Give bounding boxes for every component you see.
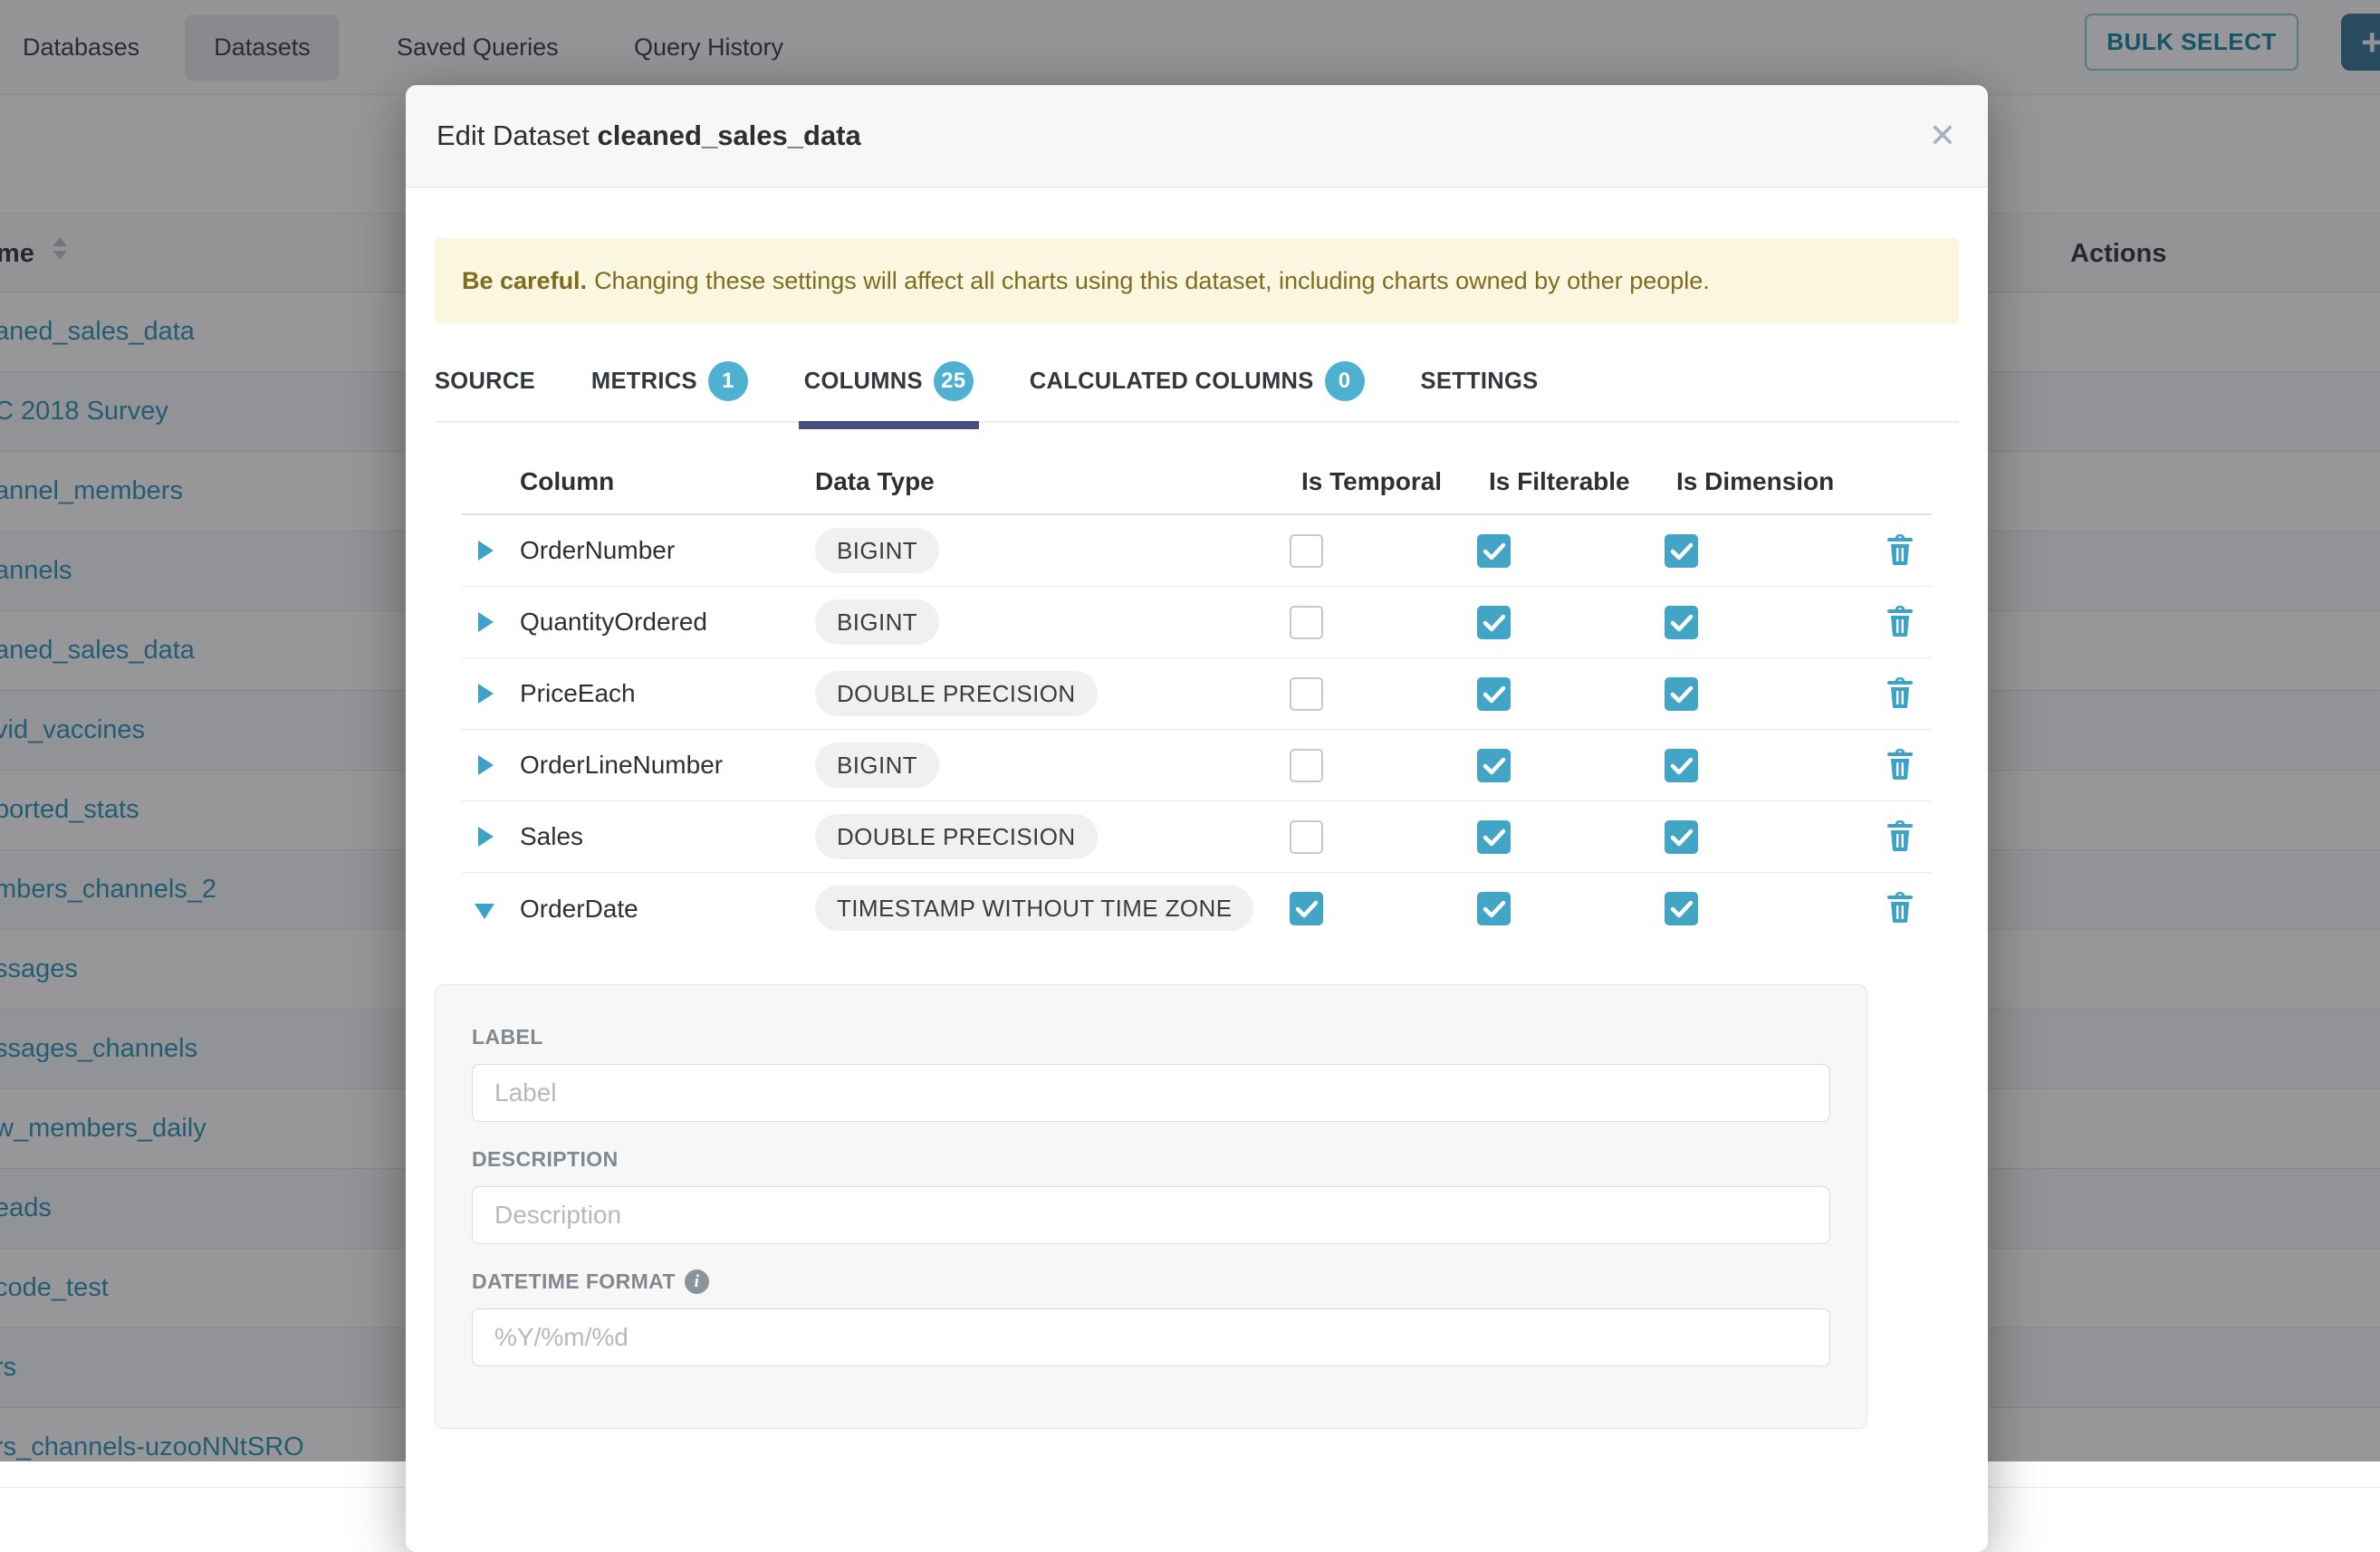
data-type-badge: BIGINT: [815, 528, 939, 573]
caret-down-icon[interactable]: [475, 904, 494, 919]
column-name: OrderDate: [520, 895, 815, 924]
is-dimension-header: Is Dimension: [1652, 467, 1839, 496]
is-dimension-checkbox[interactable]: [1665, 677, 1698, 711]
close-icon[interactable]: ✕: [1921, 114, 1964, 158]
warning-text: Changing these settings will affect all …: [594, 267, 1710, 295]
tab-metrics[interactable]: METRICS 1: [591, 345, 748, 401]
column-name: PriceEach: [520, 679, 815, 708]
column-row-orderlinenumber: OrderLineNumberBIGINT: [462, 730, 1932, 801]
column-name: OrderNumber: [520, 536, 815, 565]
is-temporal-checkbox[interactable]: [1290, 677, 1323, 711]
is-dimension-checkbox[interactable]: [1665, 749, 1698, 782]
column-header: Column: [520, 467, 815, 496]
delete-column-icon[interactable]: [1886, 819, 1915, 856]
is-dimension-checkbox[interactable]: [1665, 534, 1698, 568]
caret-right-icon[interactable]: [478, 684, 494, 704]
column-row-quantityordered: QuantityOrderedBIGINT: [462, 587, 1932, 658]
description-field-group: DESCRIPTION: [472, 1147, 1830, 1244]
tab-count-badge: 25: [934, 361, 974, 401]
modal-tabs: SOURCE METRICS 1 COLUMNS 25 CALCULATED COLUMN…: [435, 345, 1959, 423]
is-filterable-checkbox[interactable]: [1477, 606, 1511, 639]
tab-calculated-columns[interactable]: CALCULATED COLUMNS 0: [1030, 345, 1365, 401]
is-filterable-header: Is Filterable: [1464, 467, 1652, 496]
delete-column-icon[interactable]: [1886, 890, 1915, 927]
is-filterable-checkbox[interactable]: [1477, 749, 1511, 782]
label-field-group: LABEL: [472, 1025, 1830, 1122]
data-type-badge: DOUBLE PRECISION: [815, 671, 1098, 716]
is-temporal-checkbox[interactable]: [1290, 749, 1323, 782]
data-type-header: Data Type: [815, 467, 1277, 496]
caret-right-icon[interactable]: [478, 612, 494, 632]
column-name: OrderLineNumber: [520, 751, 815, 780]
delete-column-icon[interactable]: [1886, 747, 1915, 784]
is-filterable-checkbox[interactable]: [1477, 677, 1511, 711]
datetime-format-field-group: DATETIME FORMAT i: [472, 1269, 1830, 1366]
is-filterable-checkbox[interactable]: [1477, 892, 1511, 925]
column-name: Sales: [520, 822, 815, 851]
is-temporal-checkbox[interactable]: [1290, 534, 1323, 568]
description-input[interactable]: [472, 1186, 1830, 1244]
tab-label: COLUMNS: [804, 369, 923, 395]
edit-dataset-modal: Edit Dataset cleaned_sales_data ✕ Be car…: [406, 85, 1988, 1552]
delete-column-icon[interactable]: [1886, 675, 1915, 713]
warning-banner: Be careful. Changing these settings will…: [435, 238, 1959, 323]
tab-source[interactable]: SOURCE: [435, 352, 535, 395]
description-field-label: DESCRIPTION: [472, 1147, 1830, 1172]
tab-label: CALCULATED COLUMNS: [1030, 369, 1314, 395]
tab-count-badge: 0: [1325, 361, 1365, 401]
columns-table: Column Data Type Is Temporal Is Filterab…: [462, 450, 1932, 944]
tab-label: SOURCE: [435, 369, 535, 395]
tab-label: METRICS: [591, 369, 697, 395]
delete-column-icon[interactable]: [1886, 532, 1915, 570]
data-type-badge: TIMESTAMP WITHOUT TIME ZONE: [815, 886, 1253, 931]
tab-label: SETTINGS: [1421, 369, 1539, 395]
tab-columns[interactable]: COLUMNS 25: [804, 345, 974, 401]
caret-right-icon[interactable]: [478, 827, 494, 847]
caret-right-icon[interactable]: [478, 755, 494, 775]
label-input[interactable]: [472, 1064, 1830, 1122]
datetime-format-input[interactable]: [472, 1308, 1830, 1366]
column-name: QuantityOrdered: [520, 608, 815, 637]
columns-table-header: Column Data Type Is Temporal Is Filterab…: [462, 450, 1932, 515]
label-field-label: LABEL: [472, 1025, 1830, 1049]
modal-body: Be careful. Changing these settings will…: [406, 238, 1988, 1429]
modal-header: Edit Dataset cleaned_sales_data ✕: [406, 85, 1988, 187]
modal-title: Edit Dataset cleaned_sales_data: [437, 120, 861, 152]
is-dimension-checkbox[interactable]: [1665, 892, 1698, 925]
is-dimension-checkbox[interactable]: [1665, 606, 1698, 639]
column-detail-panel: LABEL DESCRIPTION DATETIME FORMAT i: [435, 984, 1867, 1429]
is-temporal-header: Is Temporal: [1277, 467, 1464, 496]
modal-title-prefix: Edit Dataset: [437, 120, 590, 151]
modal-dataset-name: cleaned_sales_data: [598, 120, 861, 151]
is-dimension-checkbox[interactable]: [1665, 820, 1698, 854]
datetime-format-field-label: DATETIME FORMAT i: [472, 1269, 1830, 1294]
caret-right-icon[interactable]: [478, 541, 494, 560]
column-row-priceeach: PriceEachDOUBLE PRECISION: [462, 658, 1932, 730]
delete-column-icon[interactable]: [1886, 604, 1915, 641]
data-type-badge: BIGINT: [815, 599, 939, 645]
column-row-sales: SalesDOUBLE PRECISION: [462, 801, 1932, 873]
column-row-orderdate: OrderDateTIMESTAMP WITHOUT TIME ZONE: [462, 873, 1932, 944]
data-type-badge: DOUBLE PRECISION: [815, 814, 1098, 859]
tab-count-badge: 1: [708, 361, 748, 401]
is-filterable-checkbox[interactable]: [1477, 820, 1511, 854]
is-temporal-checkbox[interactable]: [1290, 892, 1323, 925]
datetime-format-label-text: DATETIME FORMAT: [472, 1269, 676, 1294]
is-filterable-checkbox[interactable]: [1477, 534, 1511, 568]
is-temporal-checkbox[interactable]: [1290, 820, 1323, 854]
info-icon[interactable]: i: [685, 1269, 709, 1294]
data-type-badge: BIGINT: [815, 742, 939, 788]
warning-bold: Be careful.: [462, 267, 587, 295]
tab-settings[interactable]: SETTINGS: [1421, 352, 1539, 395]
column-row-ordernumber: OrderNumberBIGINT: [462, 515, 1932, 587]
is-temporal-checkbox[interactable]: [1290, 606, 1323, 639]
